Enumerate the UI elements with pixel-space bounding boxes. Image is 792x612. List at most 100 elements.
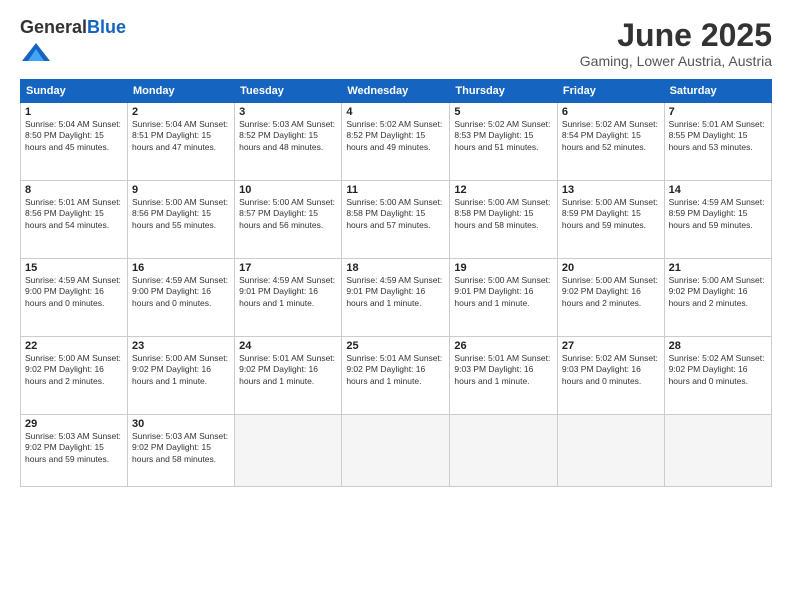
day-info: Sunrise: 5:03 AM Sunset: 8:52 PM Dayligh… bbox=[239, 119, 337, 153]
weekday-header-thursday: Thursday bbox=[450, 79, 558, 102]
calendar-cell: 27Sunrise: 5:02 AM Sunset: 9:03 PM Dayli… bbox=[557, 336, 664, 414]
title-block: June 2025 Gaming, Lower Austria, Austria bbox=[580, 18, 772, 69]
calendar-cell: 14Sunrise: 4:59 AM Sunset: 8:59 PM Dayli… bbox=[664, 180, 771, 258]
weekday-header-sunday: Sunday bbox=[21, 79, 128, 102]
calendar-cell bbox=[342, 414, 450, 486]
calendar-cell: 30Sunrise: 5:03 AM Sunset: 9:02 PM Dayli… bbox=[128, 414, 235, 486]
day-number: 16 bbox=[132, 262, 230, 274]
calendar-cell: 7Sunrise: 5:01 AM Sunset: 8:55 PM Daylig… bbox=[664, 102, 771, 180]
logo-general-text: General bbox=[20, 17, 87, 37]
day-number: 2 bbox=[132, 106, 230, 118]
day-info: Sunrise: 5:00 AM Sunset: 9:02 PM Dayligh… bbox=[132, 353, 230, 387]
calendar-cell: 24Sunrise: 5:01 AM Sunset: 9:02 PM Dayli… bbox=[235, 336, 342, 414]
main-title: June 2025 bbox=[580, 18, 772, 53]
sub-title: Gaming, Lower Austria, Austria bbox=[580, 53, 772, 69]
calendar-cell bbox=[235, 414, 342, 486]
calendar-cell: 21Sunrise: 5:00 AM Sunset: 9:02 PM Dayli… bbox=[664, 258, 771, 336]
day-number: 18 bbox=[346, 262, 445, 274]
calendar-cell: 10Sunrise: 5:00 AM Sunset: 8:57 PM Dayli… bbox=[235, 180, 342, 258]
day-number: 22 bbox=[25, 340, 123, 352]
calendar-cell: 8Sunrise: 5:01 AM Sunset: 8:56 PM Daylig… bbox=[21, 180, 128, 258]
day-number: 12 bbox=[454, 184, 553, 196]
day-number: 24 bbox=[239, 340, 337, 352]
calendar-cell: 20Sunrise: 5:00 AM Sunset: 9:02 PM Dayli… bbox=[557, 258, 664, 336]
day-number: 21 bbox=[669, 262, 767, 274]
calendar-cell: 22Sunrise: 5:00 AM Sunset: 9:02 PM Dayli… bbox=[21, 336, 128, 414]
day-info: Sunrise: 5:00 AM Sunset: 9:02 PM Dayligh… bbox=[669, 275, 767, 309]
calendar-cell: 2Sunrise: 5:04 AM Sunset: 8:51 PM Daylig… bbox=[128, 102, 235, 180]
day-number: 6 bbox=[562, 106, 660, 118]
calendar-cell: 4Sunrise: 5:02 AM Sunset: 8:52 PM Daylig… bbox=[342, 102, 450, 180]
day-number: 15 bbox=[25, 262, 123, 274]
day-number: 19 bbox=[454, 262, 553, 274]
day-info: Sunrise: 5:02 AM Sunset: 8:52 PM Dayligh… bbox=[346, 119, 445, 153]
day-number: 14 bbox=[669, 184, 767, 196]
day-info: Sunrise: 5:00 AM Sunset: 8:56 PM Dayligh… bbox=[132, 197, 230, 231]
day-info: Sunrise: 5:00 AM Sunset: 8:58 PM Dayligh… bbox=[346, 197, 445, 231]
day-info: Sunrise: 5:02 AM Sunset: 8:54 PM Dayligh… bbox=[562, 119, 660, 153]
calendar-cell: 19Sunrise: 5:00 AM Sunset: 9:01 PM Dayli… bbox=[450, 258, 558, 336]
logo: GeneralBlue bbox=[20, 18, 126, 71]
logo-icon bbox=[22, 38, 50, 66]
day-info: Sunrise: 5:04 AM Sunset: 8:51 PM Dayligh… bbox=[132, 119, 230, 153]
day-number: 10 bbox=[239, 184, 337, 196]
day-number: 5 bbox=[454, 106, 553, 118]
weekday-header-tuesday: Tuesday bbox=[235, 79, 342, 102]
day-number: 13 bbox=[562, 184, 660, 196]
calendar-cell: 23Sunrise: 5:00 AM Sunset: 9:02 PM Dayli… bbox=[128, 336, 235, 414]
calendar-cell: 18Sunrise: 4:59 AM Sunset: 9:01 PM Dayli… bbox=[342, 258, 450, 336]
day-number: 8 bbox=[25, 184, 123, 196]
day-number: 30 bbox=[132, 418, 230, 430]
calendar-cell: 1Sunrise: 5:04 AM Sunset: 8:50 PM Daylig… bbox=[21, 102, 128, 180]
calendar-cell: 11Sunrise: 5:00 AM Sunset: 8:58 PM Dayli… bbox=[342, 180, 450, 258]
weekday-header-wednesday: Wednesday bbox=[342, 79, 450, 102]
calendar-cell: 9Sunrise: 5:00 AM Sunset: 8:56 PM Daylig… bbox=[128, 180, 235, 258]
day-info: Sunrise: 5:00 AM Sunset: 9:02 PM Dayligh… bbox=[562, 275, 660, 309]
calendar-cell: 3Sunrise: 5:03 AM Sunset: 8:52 PM Daylig… bbox=[235, 102, 342, 180]
weekday-header-monday: Monday bbox=[128, 79, 235, 102]
calendar-cell: 17Sunrise: 4:59 AM Sunset: 9:01 PM Dayli… bbox=[235, 258, 342, 336]
day-number: 11 bbox=[346, 184, 445, 196]
day-number: 17 bbox=[239, 262, 337, 274]
logo-blue-text: Blue bbox=[87, 17, 126, 37]
day-info: Sunrise: 4:59 AM Sunset: 9:01 PM Dayligh… bbox=[239, 275, 337, 309]
day-number: 29 bbox=[25, 418, 123, 430]
calendar-cell: 28Sunrise: 5:02 AM Sunset: 9:02 PM Dayli… bbox=[664, 336, 771, 414]
calendar-cell: 26Sunrise: 5:01 AM Sunset: 9:03 PM Dayli… bbox=[450, 336, 558, 414]
day-info: Sunrise: 5:02 AM Sunset: 9:03 PM Dayligh… bbox=[562, 353, 660, 387]
day-info: Sunrise: 4:59 AM Sunset: 8:59 PM Dayligh… bbox=[669, 197, 767, 231]
day-info: Sunrise: 5:01 AM Sunset: 8:56 PM Dayligh… bbox=[25, 197, 123, 231]
day-info: Sunrise: 5:02 AM Sunset: 9:02 PM Dayligh… bbox=[669, 353, 767, 387]
day-info: Sunrise: 5:03 AM Sunset: 9:02 PM Dayligh… bbox=[25, 431, 123, 465]
day-number: 3 bbox=[239, 106, 337, 118]
day-info: Sunrise: 5:01 AM Sunset: 8:55 PM Dayligh… bbox=[669, 119, 767, 153]
day-info: Sunrise: 5:01 AM Sunset: 9:02 PM Dayligh… bbox=[239, 353, 337, 387]
day-info: Sunrise: 5:00 AM Sunset: 9:01 PM Dayligh… bbox=[454, 275, 553, 309]
calendar-cell bbox=[450, 414, 558, 486]
day-number: 23 bbox=[132, 340, 230, 352]
day-info: Sunrise: 4:59 AM Sunset: 9:00 PM Dayligh… bbox=[132, 275, 230, 309]
calendar-cell: 5Sunrise: 5:02 AM Sunset: 8:53 PM Daylig… bbox=[450, 102, 558, 180]
weekday-header-saturday: Saturday bbox=[664, 79, 771, 102]
calendar-cell bbox=[557, 414, 664, 486]
day-info: Sunrise: 5:00 AM Sunset: 8:59 PM Dayligh… bbox=[562, 197, 660, 231]
weekday-header-friday: Friday bbox=[557, 79, 664, 102]
day-info: Sunrise: 5:01 AM Sunset: 9:03 PM Dayligh… bbox=[454, 353, 553, 387]
day-number: 7 bbox=[669, 106, 767, 118]
day-number: 25 bbox=[346, 340, 445, 352]
day-info: Sunrise: 5:03 AM Sunset: 9:02 PM Dayligh… bbox=[132, 431, 230, 465]
calendar-table: SundayMondayTuesdayWednesdayThursdayFrid… bbox=[20, 79, 772, 487]
day-info: Sunrise: 5:00 AM Sunset: 8:58 PM Dayligh… bbox=[454, 197, 553, 231]
day-info: Sunrise: 5:00 AM Sunset: 9:02 PM Dayligh… bbox=[25, 353, 123, 387]
day-number: 27 bbox=[562, 340, 660, 352]
day-number: 9 bbox=[132, 184, 230, 196]
calendar-cell: 6Sunrise: 5:02 AM Sunset: 8:54 PM Daylig… bbox=[557, 102, 664, 180]
day-number: 26 bbox=[454, 340, 553, 352]
day-info: Sunrise: 5:01 AM Sunset: 9:02 PM Dayligh… bbox=[346, 353, 445, 387]
day-number: 20 bbox=[562, 262, 660, 274]
calendar-cell: 29Sunrise: 5:03 AM Sunset: 9:02 PM Dayli… bbox=[21, 414, 128, 486]
day-info: Sunrise: 5:00 AM Sunset: 8:57 PM Dayligh… bbox=[239, 197, 337, 231]
day-info: Sunrise: 5:04 AM Sunset: 8:50 PM Dayligh… bbox=[25, 119, 123, 153]
day-info: Sunrise: 4:59 AM Sunset: 9:01 PM Dayligh… bbox=[346, 275, 445, 309]
day-info: Sunrise: 5:02 AM Sunset: 8:53 PM Dayligh… bbox=[454, 119, 553, 153]
